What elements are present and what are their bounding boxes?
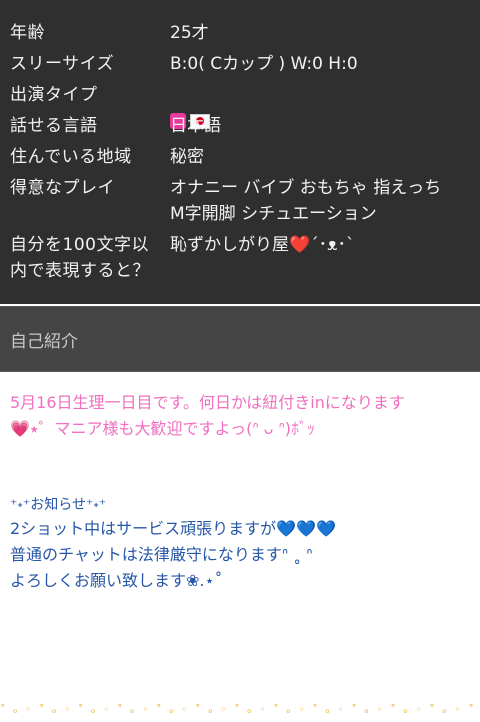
intro-line-2: 💗⭑゜マニア様も大歓迎ですよっ(ᐢ ᴗ ᐢ)ﾎﾞｯ — [10, 419, 315, 438]
profile-table: 年齢 25才 スリーサイズ B:0( Cカップ ) W:0 H:0 出演タイプ … — [0, 0, 480, 304]
row-three-size: スリーサイズ B:0( Cカップ ) W:0 H:0 — [0, 51, 480, 81]
row-appearance-type: 出演タイプ — [0, 82, 480, 129]
age-label: 年齢 — [10, 23, 45, 43]
blue-hearts-icon: 💙💙💙 — [276, 519, 336, 538]
appearance-type-label: 出演タイプ — [10, 85, 98, 105]
notice-line-1: 2ショット中はサービス頑張りますが💙💙💙 — [10, 516, 476, 542]
row-region: 住んでいる地域 秘密 — [0, 144, 480, 174]
notice-line-3: よろしくお願い致します❀.⋆˚ — [10, 571, 223, 590]
notice-line-1-text: 2ショット中はサービス頑張りますが — [10, 519, 277, 538]
row-favorite-play: 得意なプレイ オナニー バイブ おもちゃ 指えっち M字開脚 シチュエーション — [0, 175, 480, 229]
region-value: 秘密 — [170, 147, 204, 167]
notice-line-2: 普通のチャットは法律厳守になりますᐢ ˳ ᐢ — [10, 545, 313, 564]
intro-line-1: 5月16日生理一日目です。何日かは紐付きinになります — [10, 393, 405, 412]
row-age: 年齢 25才 — [0, 20, 480, 50]
self-introduction-body: 5月16日生理一日目です。何日かは紐付きinになります 💗⭑゜マニア様も大歓迎で… — [0, 374, 480, 722]
self-description-value: 恥ずかしがり屋❤️´･ᴥ･` — [170, 235, 355, 255]
decorative-dots: ˚ ₒ ◦ ˚ ₒ ◦ ˚ ₒ ◦ ˚ ₒ ◦ ˚ ₒ ◦ ˚ ₒ ◦ ˚ ₒ … — [0, 703, 480, 716]
favorite-play-label: 得意なプレイ — [10, 178, 115, 198]
row-self-description: 自分を100文字以 内で表現すると？ 恥ずかしがり屋❤️´･ᴥ･` — [0, 232, 480, 288]
language-value: 日本語 — [170, 116, 221, 136]
self-introduction-header: 自己紹介 — [0, 306, 480, 372]
three-size-label: スリーサイズ — [10, 54, 115, 74]
three-size-value: B:0( Cカップ ) W:0 H:0 — [170, 54, 358, 74]
region-label: 住んでいる地域 — [10, 147, 132, 167]
age-value: 25才 — [170, 23, 209, 43]
row-language: 話せる言語 日本語 — [0, 113, 480, 143]
notice-title: ⁺˖⁺お知らせ⁺˖⁺ — [10, 497, 107, 513]
favorite-play-value: オナニー バイブ おもちゃ 指えっち M字開脚 シチュエーション — [170, 178, 442, 224]
language-label: 話せる言語 — [10, 116, 98, 136]
section-title: 自己紹介 — [10, 332, 78, 352]
self-description-label: 自分を100文字以 内で表現すると？ — [10, 235, 150, 281]
